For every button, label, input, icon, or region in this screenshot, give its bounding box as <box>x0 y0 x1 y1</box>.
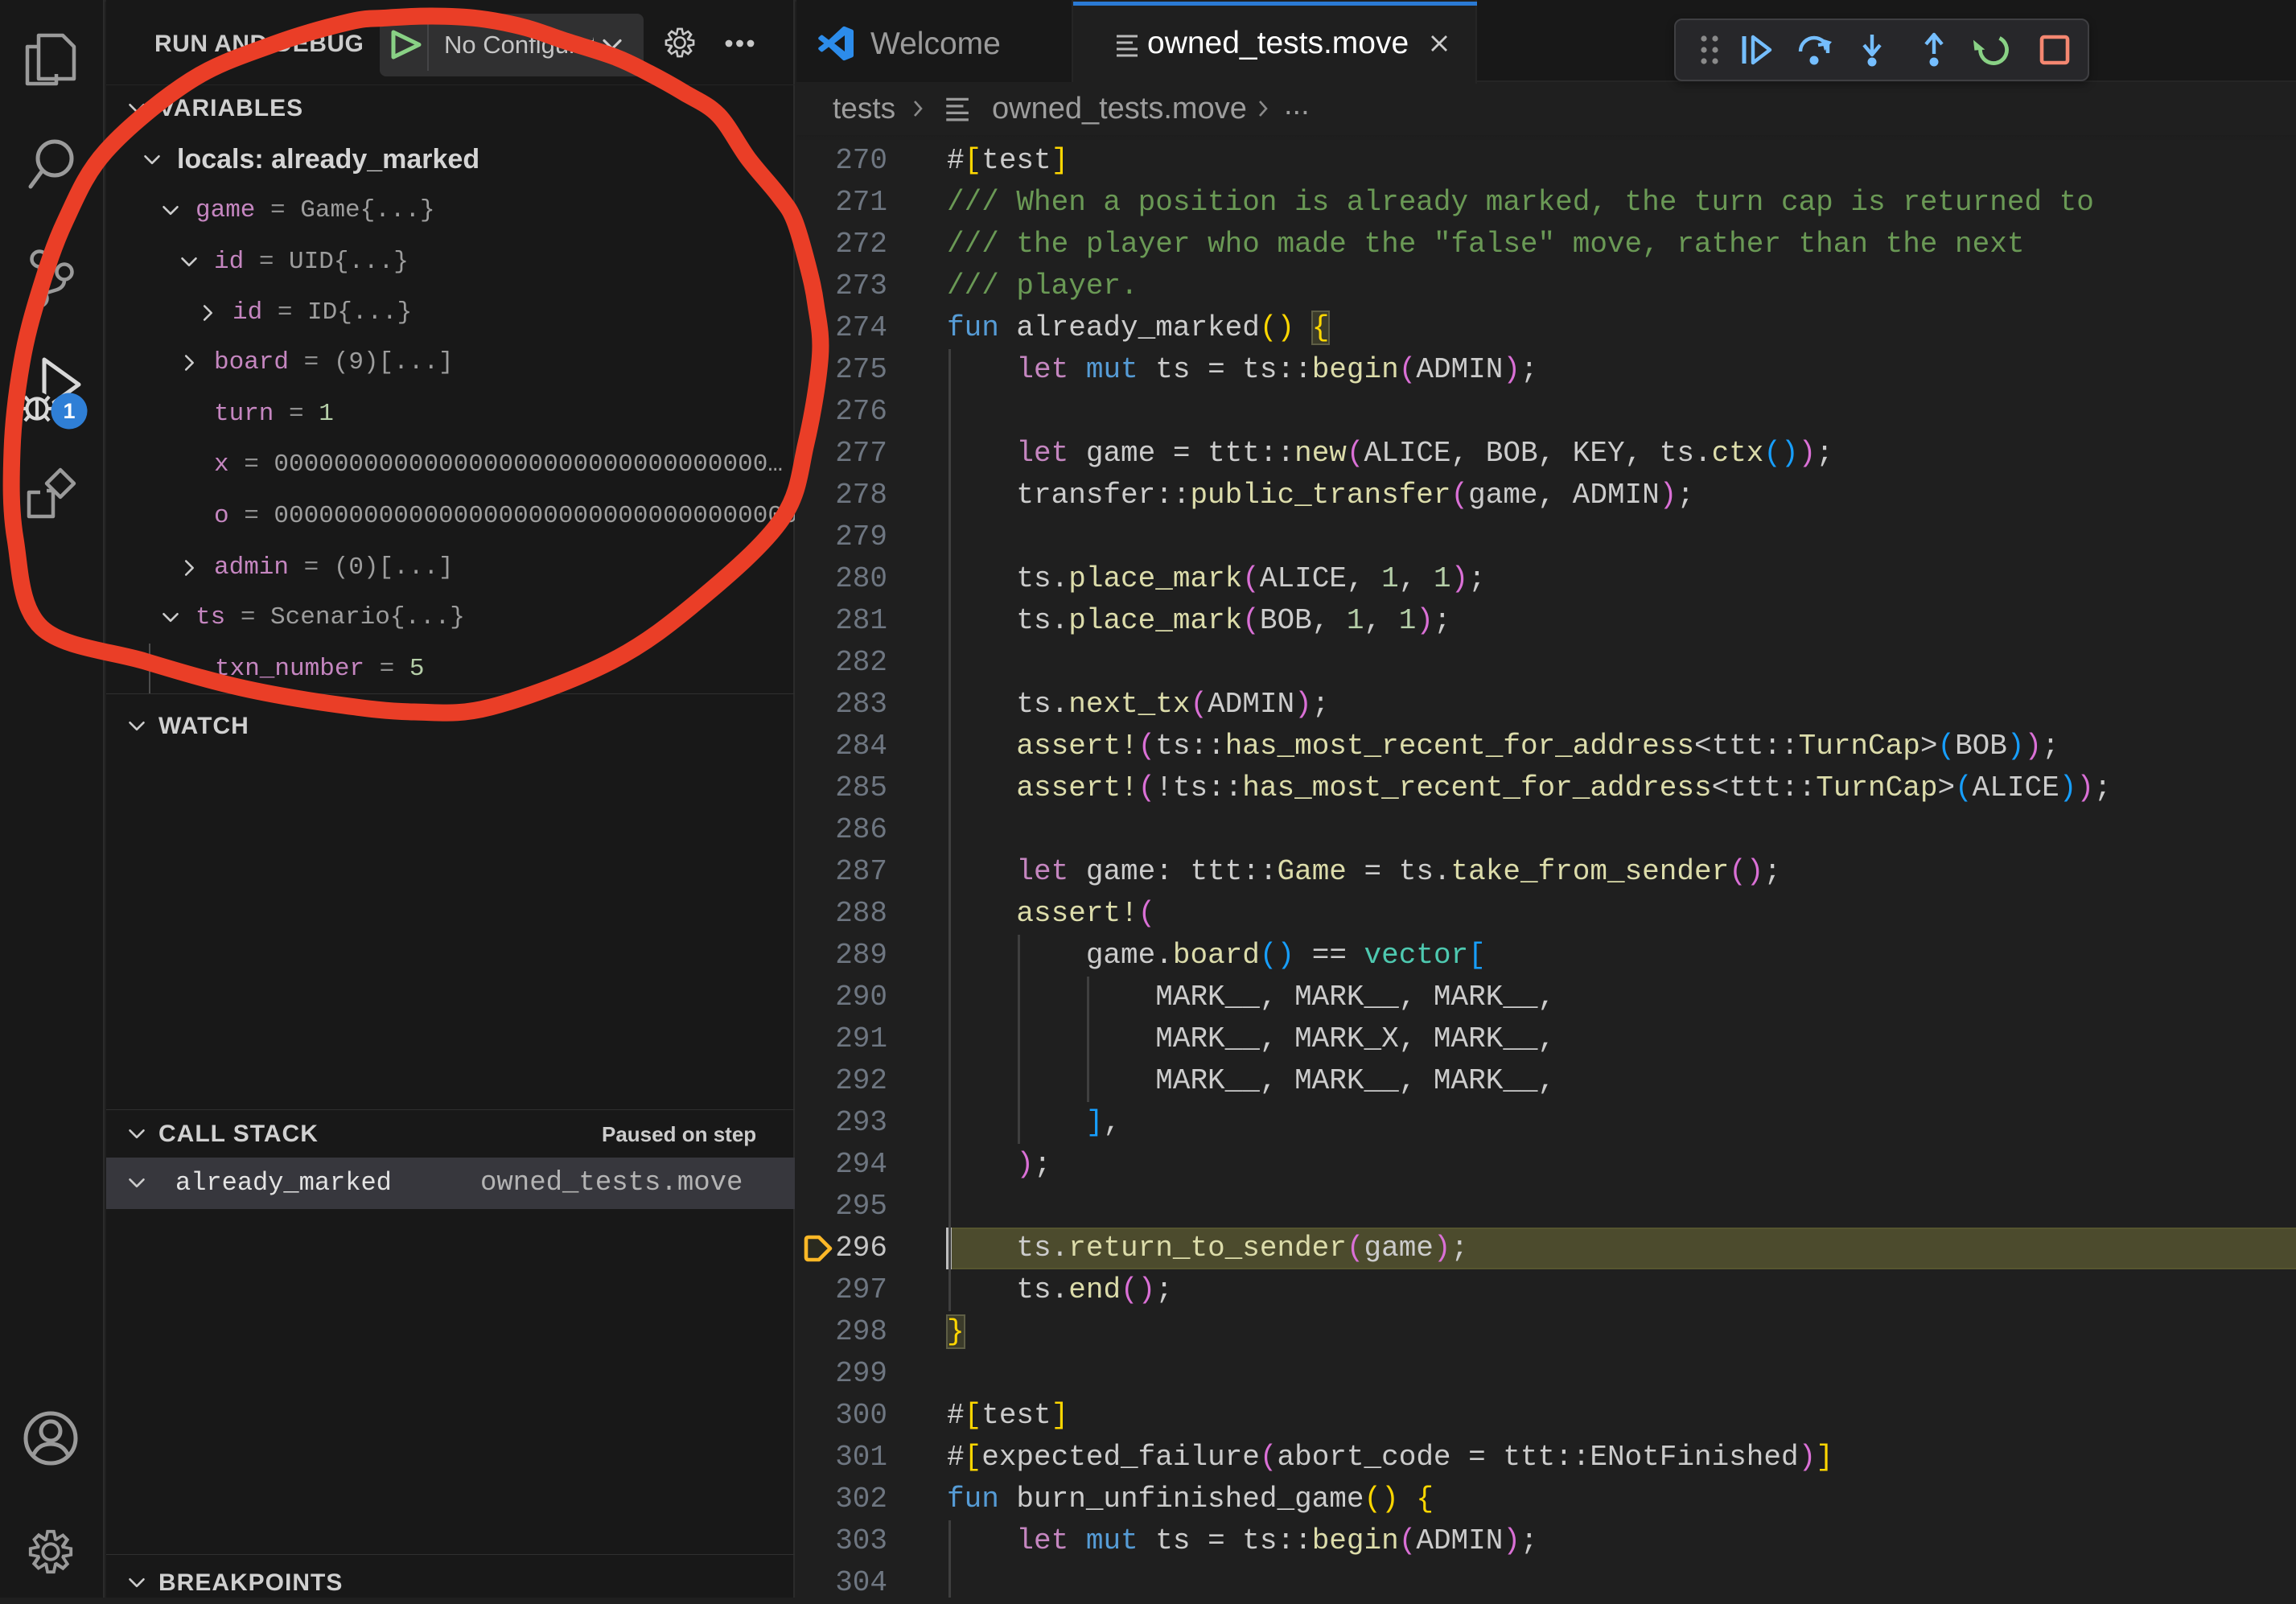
svg-text:1: 1 <box>63 399 75 423</box>
